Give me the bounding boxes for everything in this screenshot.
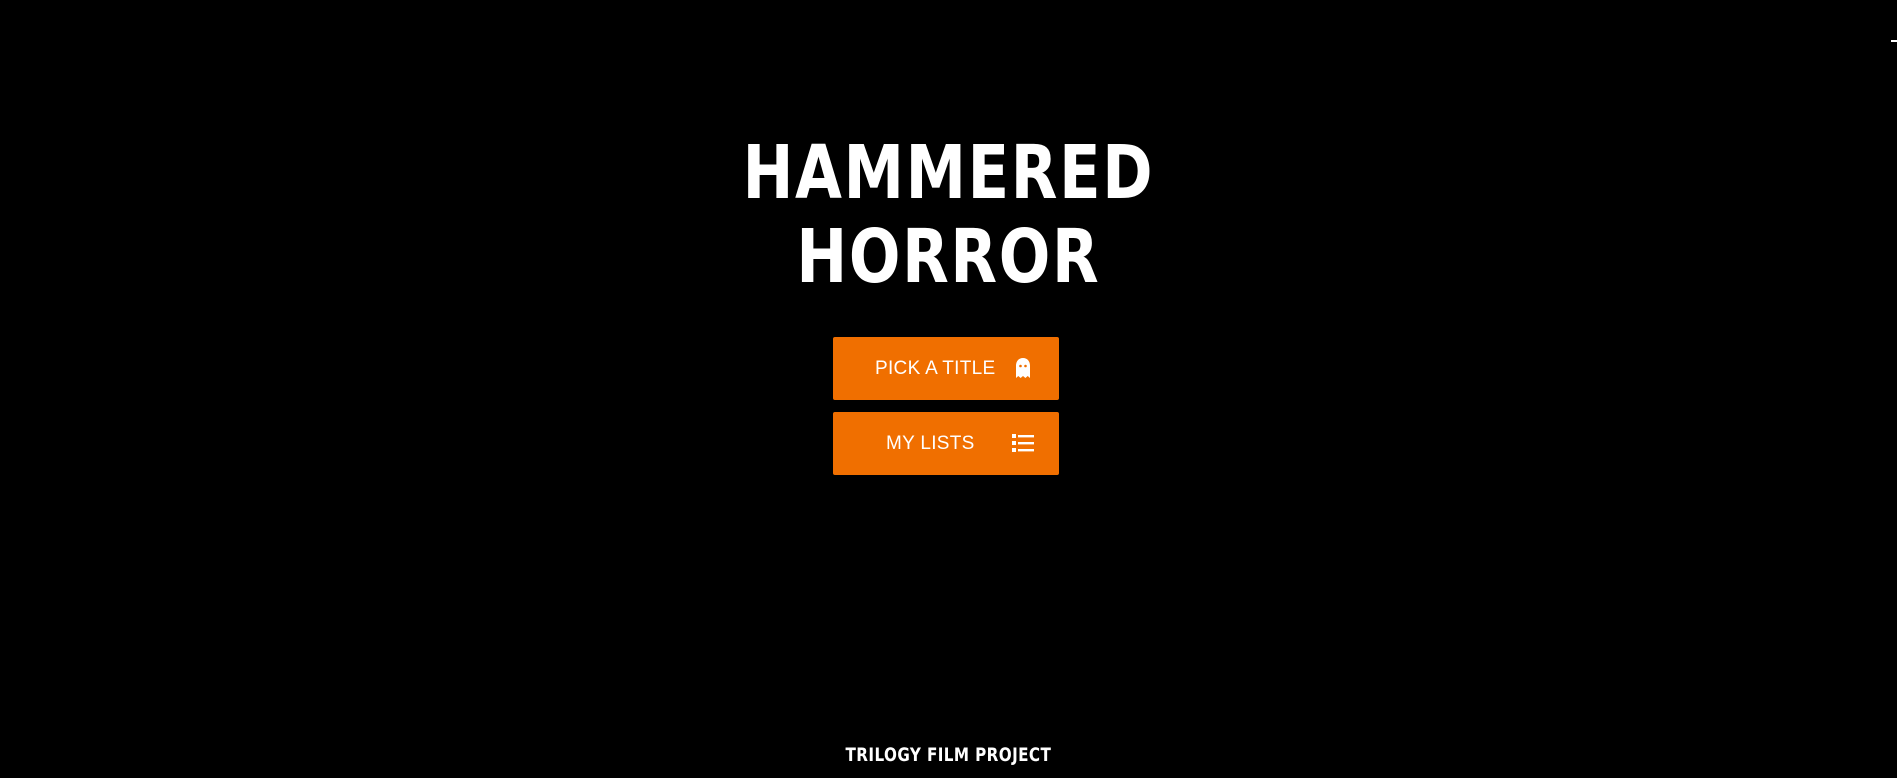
app-title-line-2: HORROR — [796, 214, 1101, 300]
my-lists-button[interactable]: MY LISTS — [833, 412, 1059, 475]
pick-a-title-button[interactable]: PICK A TITLE — [833, 337, 1059, 400]
list-icon — [1012, 434, 1034, 452]
ghost-icon — [1016, 358, 1030, 378]
home-page: HAMMERED HORROR PICK A TITLE MY LISTS TR… — [0, 0, 1897, 778]
footer-credit: TRILOGY FILM PROJECT — [845, 744, 1052, 766]
pick-a-title-label: PICK A TITLE — [875, 358, 996, 379]
my-lists-label: MY LISTS — [886, 433, 975, 454]
scrollbar-marker — [1891, 40, 1897, 42]
app-title-line-1: HAMMERED — [742, 130, 1155, 216]
